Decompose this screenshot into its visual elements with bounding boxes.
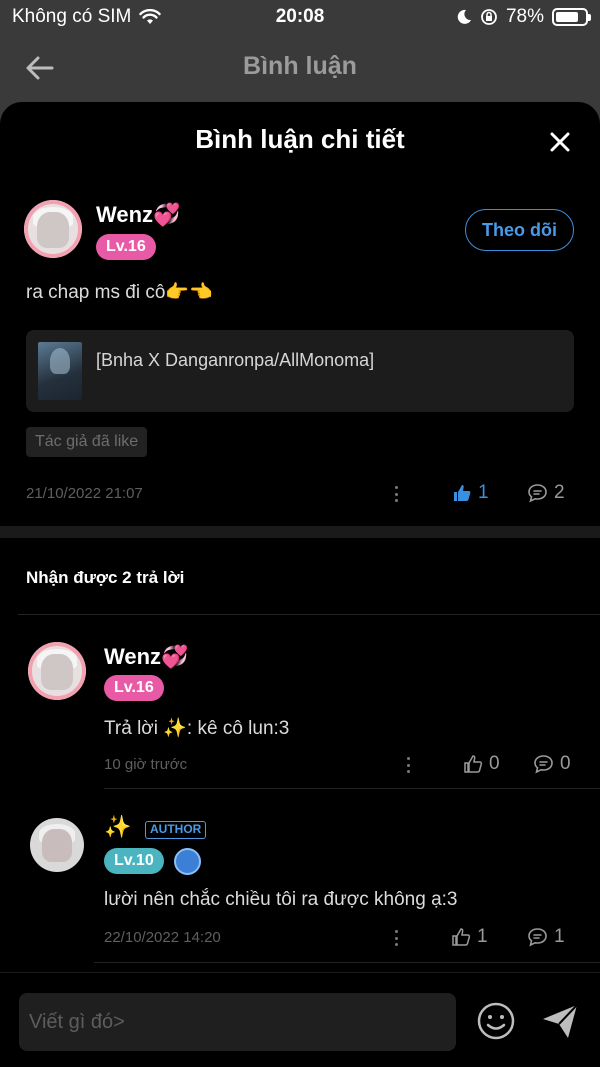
navigation-bar: Bình luận xyxy=(0,34,600,100)
battery-icon xyxy=(552,8,591,26)
rotation-lock-icon xyxy=(481,9,497,25)
divider xyxy=(94,962,600,963)
section-divider xyxy=(0,526,600,538)
reply-text: lười nên chắc chiều tôi ra được không ạ:… xyxy=(104,889,458,910)
navbar-title: Bình luận xyxy=(243,52,357,80)
avatar[interactable] xyxy=(30,818,84,872)
comment-bubble-icon xyxy=(528,484,547,503)
status-bar: Không có SIM 20:08 78% xyxy=(0,0,600,34)
reply-count: 2 xyxy=(554,482,565,503)
author-badge: AUTHOR xyxy=(145,821,207,839)
emoji-icon[interactable] xyxy=(476,1001,516,1041)
comment-detail-sheet: Bình luận chi tiết Wenz💞 Lv.16 Theo dõi … xyxy=(0,102,600,1067)
divider xyxy=(104,788,600,789)
more-options-icon[interactable] xyxy=(407,757,411,773)
comment-input[interactable] xyxy=(19,993,456,1051)
moon-icon xyxy=(457,9,471,24)
comment-composer xyxy=(0,972,600,1067)
thumbs-up-icon xyxy=(452,928,471,946)
like-count: 1 xyxy=(477,926,488,947)
level-badge: Lv.16 xyxy=(104,675,164,701)
like-count: 1 xyxy=(478,482,489,503)
author-liked-tag: Tác giả đã like xyxy=(26,427,148,457)
avatar[interactable] xyxy=(24,200,82,258)
reply-timestamp: 22/10/2022 14:20 xyxy=(104,929,221,946)
reply-count: 0 xyxy=(560,753,571,774)
sheet-title: Bình luận chi tiết xyxy=(195,124,405,154)
comment-bubble-icon xyxy=(528,928,547,947)
reply-timestamp: 10 giờ trước xyxy=(104,756,188,773)
comment-timestamp: 21/10/2022 21:07 xyxy=(26,485,143,502)
reply-button[interactable]: 0 xyxy=(533,753,571,775)
story-title: [Bnha X Danganronpa/AllMonoma] xyxy=(96,350,375,370)
comment-bubble-icon xyxy=(534,755,553,774)
like-button[interactable]: 1 xyxy=(451,926,488,948)
more-options-icon[interactable] xyxy=(395,930,399,946)
linked-story-card[interactable]: [Bnha X Danganronpa/AllMonoma] xyxy=(26,330,574,412)
story-cover-image xyxy=(38,342,82,400)
reply-text: Trả lời ✨: kê cô lun:3 xyxy=(104,718,290,739)
thumbs-up-filled-icon xyxy=(454,485,471,501)
level-badge: Lv.10 xyxy=(104,848,164,874)
level-badge: Lv.16 xyxy=(96,234,156,260)
reply-author-name[interactable]: ✨ xyxy=(104,814,131,840)
water-drop-badge-icon xyxy=(174,848,201,875)
send-icon[interactable] xyxy=(540,1001,580,1041)
comment-text: ra chap ms đi cô👉👈 xyxy=(26,282,213,303)
thumbs-up-icon xyxy=(464,755,483,773)
follow-button[interactable]: Theo dõi xyxy=(465,209,574,251)
like-button[interactable]: 1 xyxy=(452,482,489,504)
comment-author-name[interactable]: Wenz💞 xyxy=(96,202,180,228)
replies-header: Nhận được 2 trả lời xyxy=(26,568,185,587)
like-count: 0 xyxy=(489,753,500,774)
reply-button[interactable]: 1 xyxy=(527,926,565,948)
reply-count: 1 xyxy=(554,926,565,947)
divider xyxy=(18,614,600,615)
reply-button[interactable]: 2 xyxy=(527,482,565,504)
reply-author-name[interactable]: Wenz💞 xyxy=(104,644,188,670)
more-options-icon[interactable] xyxy=(395,486,399,502)
close-icon[interactable] xyxy=(548,130,572,154)
like-button[interactable]: 0 xyxy=(463,753,500,775)
avatar[interactable] xyxy=(28,642,86,700)
battery-percent: 78% xyxy=(505,6,544,27)
